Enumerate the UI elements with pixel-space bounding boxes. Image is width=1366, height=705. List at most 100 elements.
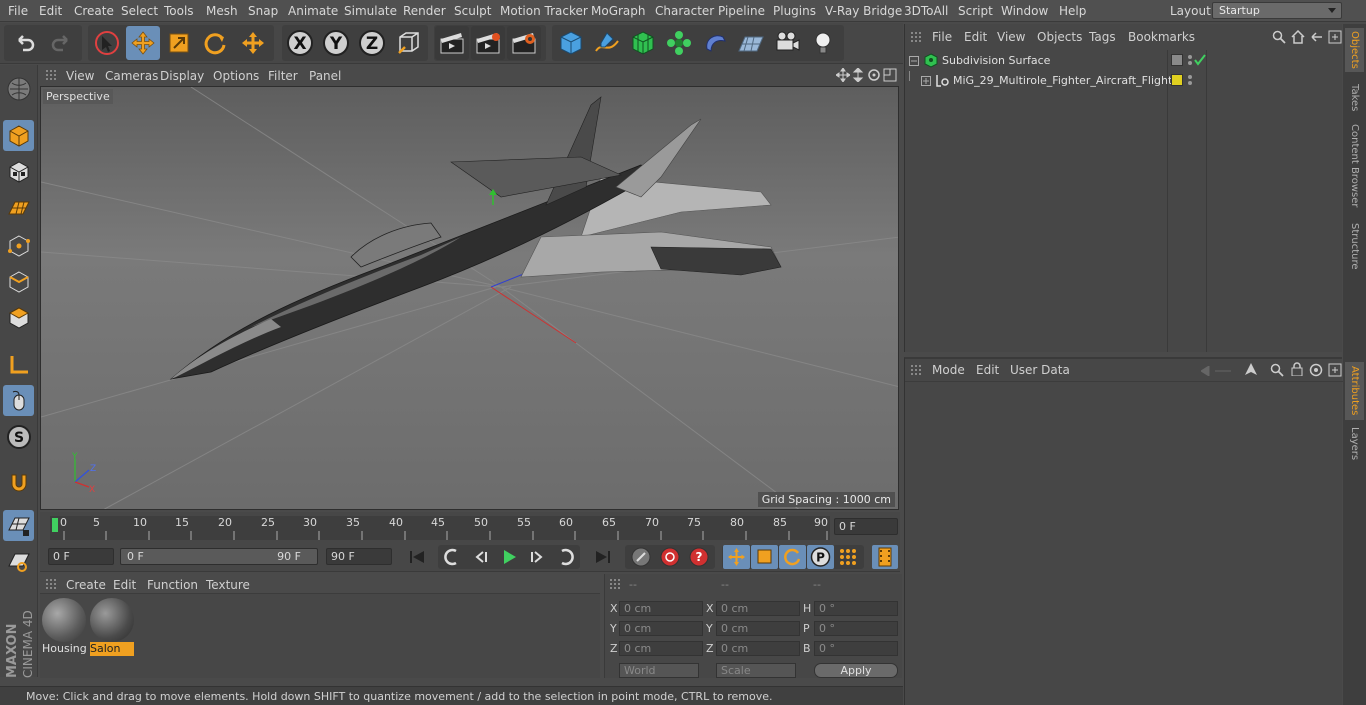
viewport-menu-display[interactable]: Display — [160, 69, 204, 83]
current-frame-field[interactable]: 0 F — [834, 518, 898, 535]
size-x-field[interactable]: 0 cm — [716, 601, 800, 616]
menu-animate[interactable]: Animate — [288, 4, 338, 18]
camera-button[interactable] — [770, 26, 804, 60]
workplane-mode-button[interactable] — [3, 192, 34, 223]
key-parameter-button[interactable]: P — [807, 545, 834, 569]
coordinate-mode-select[interactable]: World — [619, 663, 699, 678]
axis-mode-button[interactable] — [3, 349, 34, 380]
key-pla-button[interactable] — [835, 545, 862, 569]
tweak-mode-button[interactable] — [3, 385, 34, 416]
object-menu-objects[interactable]: Objects — [1037, 30, 1082, 44]
frame-range-slider[interactable]: 0 F 90 F — [120, 548, 318, 565]
viewport-move-icon[interactable] — [835, 67, 851, 85]
menu-pipeline[interactable]: Pipeline — [718, 4, 765, 18]
menu-file[interactable]: File — [8, 4, 28, 18]
menu-vray-bridge[interactable]: V-Ray Bridge — [825, 4, 902, 18]
pos-y-field[interactable]: 0 cm — [619, 621, 703, 636]
playhead-marker[interactable] — [52, 518, 58, 532]
object-menu-file[interactable]: File — [932, 30, 952, 44]
rot-p-field[interactable]: 0 ° — [814, 621, 898, 636]
menu-window[interactable]: Window — [1001, 4, 1048, 18]
object-menu-view[interactable]: View — [997, 30, 1025, 44]
material-menu-edit[interactable]: Edit — [113, 578, 136, 592]
snap-button[interactable] — [3, 467, 34, 498]
rot-b-field[interactable]: 0 ° — [814, 641, 898, 656]
attribute-menu-mode[interactable]: Mode — [932, 363, 965, 377]
object-menu-tags[interactable]: Tags — [1089, 30, 1116, 44]
transform-tool-button[interactable] — [236, 26, 270, 60]
material-menu-create[interactable]: Create — [66, 578, 106, 592]
model-mode-button[interactable] — [3, 120, 34, 151]
keyframe-selection-button[interactable]: ? — [686, 545, 712, 569]
move-tool-button[interactable] — [126, 26, 160, 60]
layout-select[interactable]: Startup — [1212, 2, 1342, 19]
new-window-icon[interactable] — [1328, 363, 1342, 380]
target-icon[interactable] — [1309, 363, 1323, 380]
timeline-window-button[interactable] — [872, 545, 898, 569]
autokey-button[interactable] — [657, 545, 683, 569]
home-icon[interactable] — [1291, 29, 1305, 47]
menu-motion-tracker[interactable]: Motion Tracker — [500, 4, 588, 18]
back-arrow-icon[interactable] — [1310, 30, 1324, 47]
material-swatch-salon[interactable]: Salon — [90, 598, 134, 656]
scale-tool-button[interactable] — [162, 26, 196, 60]
previous-frame-button[interactable] — [468, 545, 494, 569]
menu-select[interactable]: Select — [121, 4, 158, 18]
material-menu-texture[interactable]: Texture — [206, 578, 250, 592]
viewport-menu-panel[interactable]: Panel — [309, 69, 341, 83]
object-menu-edit[interactable]: Edit — [964, 30, 987, 44]
viewport-menu-cameras[interactable]: Cameras — [105, 69, 158, 83]
object-row-mig29[interactable]: MiG_29_Multirole_Fighter_Aircraft_Flight — [905, 71, 1343, 91]
menu-snap[interactable]: Snap — [248, 4, 278, 18]
go-to-start-button[interactable] — [402, 545, 432, 569]
workplane-lock-button[interactable] — [3, 510, 34, 541]
visibility-dots-icon[interactable] — [1187, 54, 1193, 69]
layer-color-tag[interactable] — [1171, 74, 1183, 86]
end-frame-field[interactable]: 90 F — [326, 548, 392, 565]
viewport-zoom-icon[interactable] — [852, 67, 864, 85]
menu-sculpt[interactable]: Sculpt — [454, 4, 491, 18]
menu-mograph[interactable]: MoGraph — [591, 4, 646, 18]
attribute-menu-user-data[interactable]: User Data — [1010, 363, 1070, 377]
undo-button[interactable] — [8, 26, 42, 60]
apply-button[interactable]: Apply — [814, 663, 898, 678]
y-axis-lock-button[interactable]: Y — [319, 26, 353, 60]
make-editable-button[interactable] — [3, 73, 34, 104]
live-selection-button[interactable] — [90, 26, 124, 60]
play-button[interactable] — [496, 545, 522, 569]
menu-edit[interactable]: Edit — [39, 4, 62, 18]
key-scale-button[interactable] — [751, 545, 778, 569]
lock-icon[interactable] — [1291, 362, 1303, 379]
go-to-end-button[interactable] — [588, 545, 618, 569]
menu-create[interactable]: Create — [74, 4, 114, 18]
attribute-menu-edit[interactable]: Edit — [976, 363, 999, 377]
search-icon[interactable] — [1272, 30, 1286, 47]
nav-back-icon[interactable] — [1200, 365, 1233, 379]
tab-objects[interactable]: Objects — [1345, 28, 1364, 72]
coordinate-system-button[interactable] — [392, 26, 426, 60]
viewport-menu-options[interactable]: Options — [213, 69, 259, 83]
tab-structure[interactable]: Structure — [1345, 218, 1364, 274]
render-settings-button[interactable] — [507, 26, 541, 60]
perspective-viewport[interactable]: Y Z X Perspective Grid Spacing : 1000 cm — [40, 86, 899, 510]
menu-plugins[interactable]: Plugins — [773, 4, 816, 18]
redo-button[interactable] — [44, 26, 78, 60]
pos-z-field[interactable]: 0 cm — [619, 641, 703, 656]
texture-mode-button[interactable] — [3, 156, 34, 187]
expand-toggle-icon[interactable] — [921, 75, 931, 89]
menu-simulate[interactable]: Simulate — [344, 4, 397, 18]
material-swatch-housing[interactable]: Housing — [42, 598, 86, 656]
menu-tools[interactable]: Tools — [164, 4, 194, 18]
record-active-objects-button[interactable] — [628, 545, 654, 569]
viewport-menu-filter[interactable]: Filter — [268, 69, 298, 83]
subdivision-surface-button[interactable] — [626, 26, 660, 60]
enabled-check-icon[interactable] — [1194, 54, 1206, 69]
viewport-maximize-icon[interactable] — [883, 68, 897, 85]
object-menu-bookmarks[interactable]: Bookmarks — [1128, 30, 1195, 44]
menu-3dtoall[interactable]: 3DToAll — [904, 4, 948, 18]
z-axis-lock-button[interactable]: Z — [355, 26, 389, 60]
x-axis-lock-button[interactable]: X — [283, 26, 317, 60]
polygons-mode-button[interactable] — [3, 302, 34, 333]
search-icon[interactable] — [1270, 363, 1284, 380]
tab-attributes[interactable]: Attributes — [1345, 362, 1364, 420]
